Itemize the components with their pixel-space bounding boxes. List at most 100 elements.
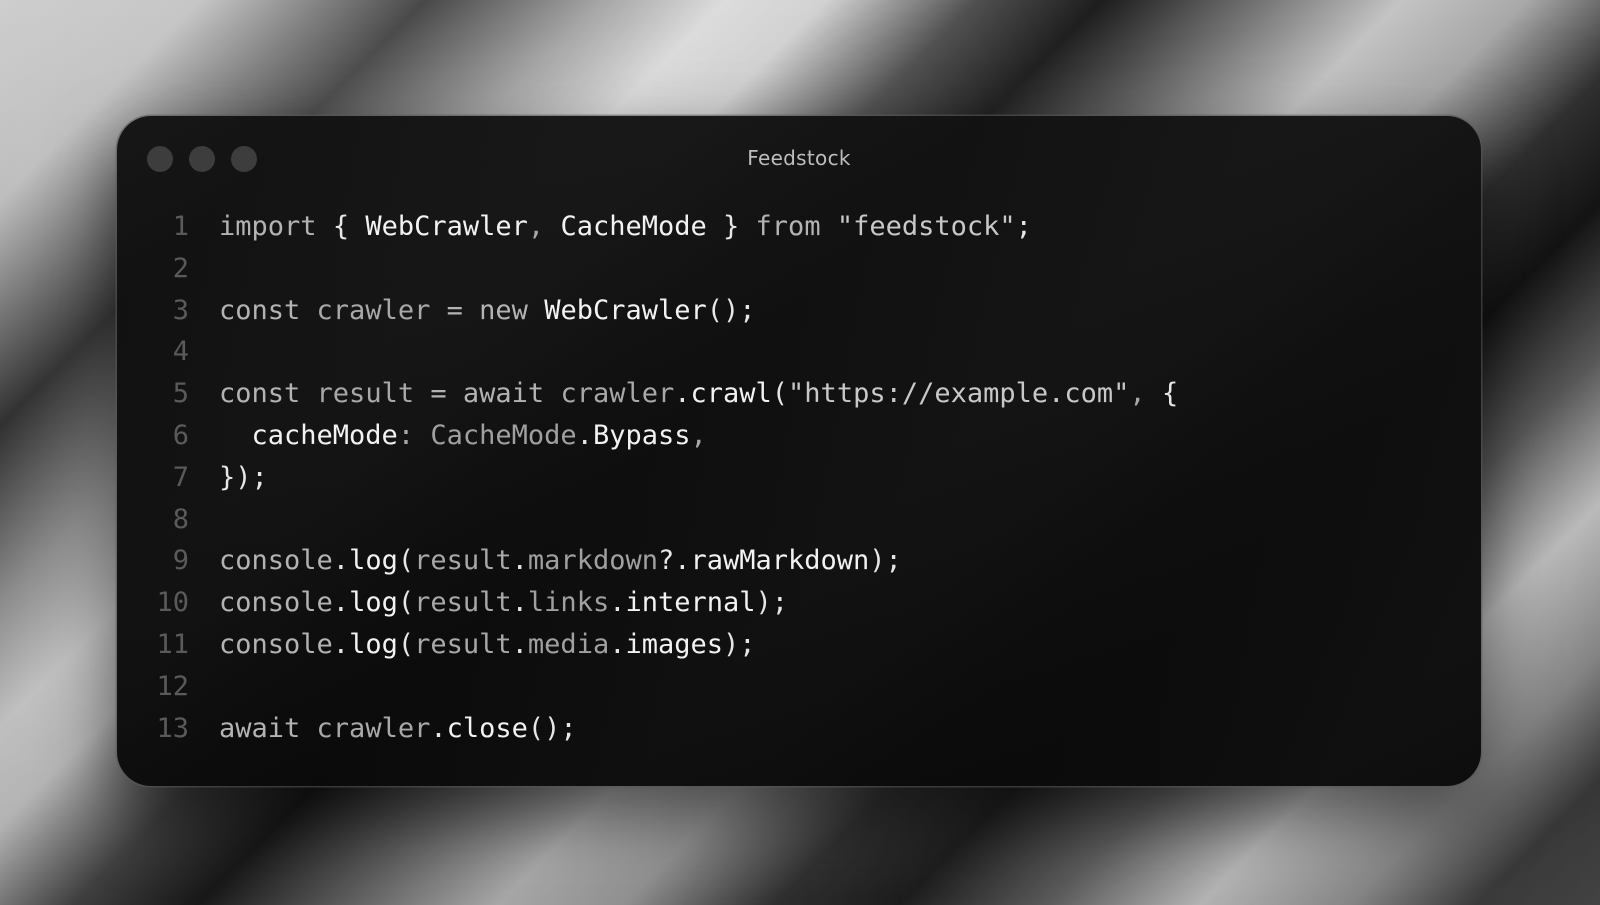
- code-token: );: [723, 628, 756, 660]
- line-number: 4: [172, 336, 189, 368]
- code-token: rawMarkdown: [690, 545, 870, 577]
- code-text: await crawler.close();: [219, 708, 577, 750]
- code-token: console: [219, 628, 333, 660]
- code-token: CacheMode: [560, 211, 707, 242]
- code-token: log: [349, 545, 398, 577]
- code-token: );: [869, 545, 902, 577]
- code-token: new: [479, 294, 528, 326]
- line-number: 3: [172, 294, 189, 326]
- code-token: :: [397, 419, 415, 451]
- code-text: import { WebCrawler, CacheMode } from "f…: [219, 206, 1032, 248]
- code-token: await: [219, 712, 301, 744]
- code-token: ,: [527, 211, 545, 242]
- code-token: WebCrawler: [365, 211, 528, 242]
- code-text: console.log(result.media.images);: [219, 624, 756, 666]
- code-token: (: [397, 628, 415, 660]
- code-token: ,: [1129, 378, 1146, 410]
- code-token: console: [219, 587, 333, 619]
- code-token: result: [414, 628, 512, 660]
- code-token: ;: [1015, 211, 1032, 242]
- code-token: ,: [690, 419, 707, 451]
- code-token: ?.: [657, 545, 691, 577]
- code-line: 9 console.log(result.markdown?.rawMarkdow…: [117, 540, 1481, 582]
- code-line: 7});: [117, 457, 1481, 499]
- code-token: .: [332, 628, 350, 660]
- code-token: "https://example.com": [788, 378, 1130, 410]
- code-token: markdown: [527, 545, 658, 577]
- line-number: 9: [172, 545, 189, 577]
- code-text: console.log(result.links.internal);: [219, 582, 788, 624]
- code-token: media: [527, 628, 610, 660]
- code-token: result: [414, 545, 512, 577]
- code-token: ();: [706, 294, 756, 326]
- code-token: .: [332, 545, 350, 577]
- code-line: 13 await crawler.close();: [117, 708, 1481, 750]
- code-token: {: [332, 211, 350, 242]
- line-number: 12: [156, 670, 189, 702]
- code-token: (: [397, 587, 415, 619]
- code-line: 5 const result = await crawler.crawl("htt…: [117, 373, 1481, 415]
- code-window: Feedstock 1 import { WebCrawler, CacheMod…: [117, 116, 1481, 786]
- code-token: images: [625, 628, 724, 660]
- code-token: .: [332, 587, 350, 619]
- code-token: .: [576, 419, 593, 451]
- code-token: .: [609, 587, 626, 619]
- code-token: close: [446, 712, 528, 744]
- code-token: result: [316, 378, 415, 410]
- code-token: internal: [625, 587, 756, 619]
- line-number: 1: [172, 211, 189, 242]
- code-text: });: [219, 457, 268, 499]
- code-token: .: [511, 545, 528, 577]
- line-number: 2: [172, 252, 189, 284]
- line-number: 5: [172, 378, 189, 410]
- code-token: }: [723, 211, 740, 242]
- code-token: );: [755, 587, 789, 619]
- line-number: 8: [172, 503, 189, 535]
- code-token: .: [511, 587, 528, 619]
- code-token: crawler: [560, 378, 675, 410]
- code-token: const: [219, 378, 301, 410]
- code-token: log: [349, 587, 398, 619]
- code-token: crawler: [316, 294, 431, 326]
- code-token: .: [511, 628, 528, 660]
- code-token: {: [1161, 378, 1179, 410]
- code-line: 11 console.log(result.media.images);: [117, 624, 1481, 666]
- code-editor[interactable]: 1 import { WebCrawler, CacheMode } from "…: [117, 206, 1481, 749]
- code-token: cacheMode: [251, 419, 398, 451]
- line-number: 13: [156, 712, 189, 744]
- code-token: =: [446, 294, 463, 326]
- code-token: links: [527, 587, 610, 619]
- code-token: console: [219, 545, 333, 577]
- code-text: const result = await crawler.crawl("http…: [219, 373, 1178, 415]
- code-token: (: [771, 378, 789, 410]
- code-token: Bypass: [592, 419, 691, 451]
- code-token: .: [430, 712, 447, 744]
- code-token: crawler: [316, 712, 431, 744]
- line-number: 11: [156, 628, 189, 660]
- code-line: 2: [117, 248, 1481, 290]
- line-number: 6: [172, 419, 189, 451]
- code-token: =: [430, 378, 447, 410]
- code-line: 8: [117, 499, 1481, 541]
- title-bar: Feedstock: [117, 116, 1481, 200]
- code-token: log: [349, 628, 398, 660]
- code-line: 10 console.log(result.links.internal);: [117, 582, 1481, 624]
- code-token: });: [219, 461, 268, 493]
- code-token: WebCrawler: [544, 294, 707, 326]
